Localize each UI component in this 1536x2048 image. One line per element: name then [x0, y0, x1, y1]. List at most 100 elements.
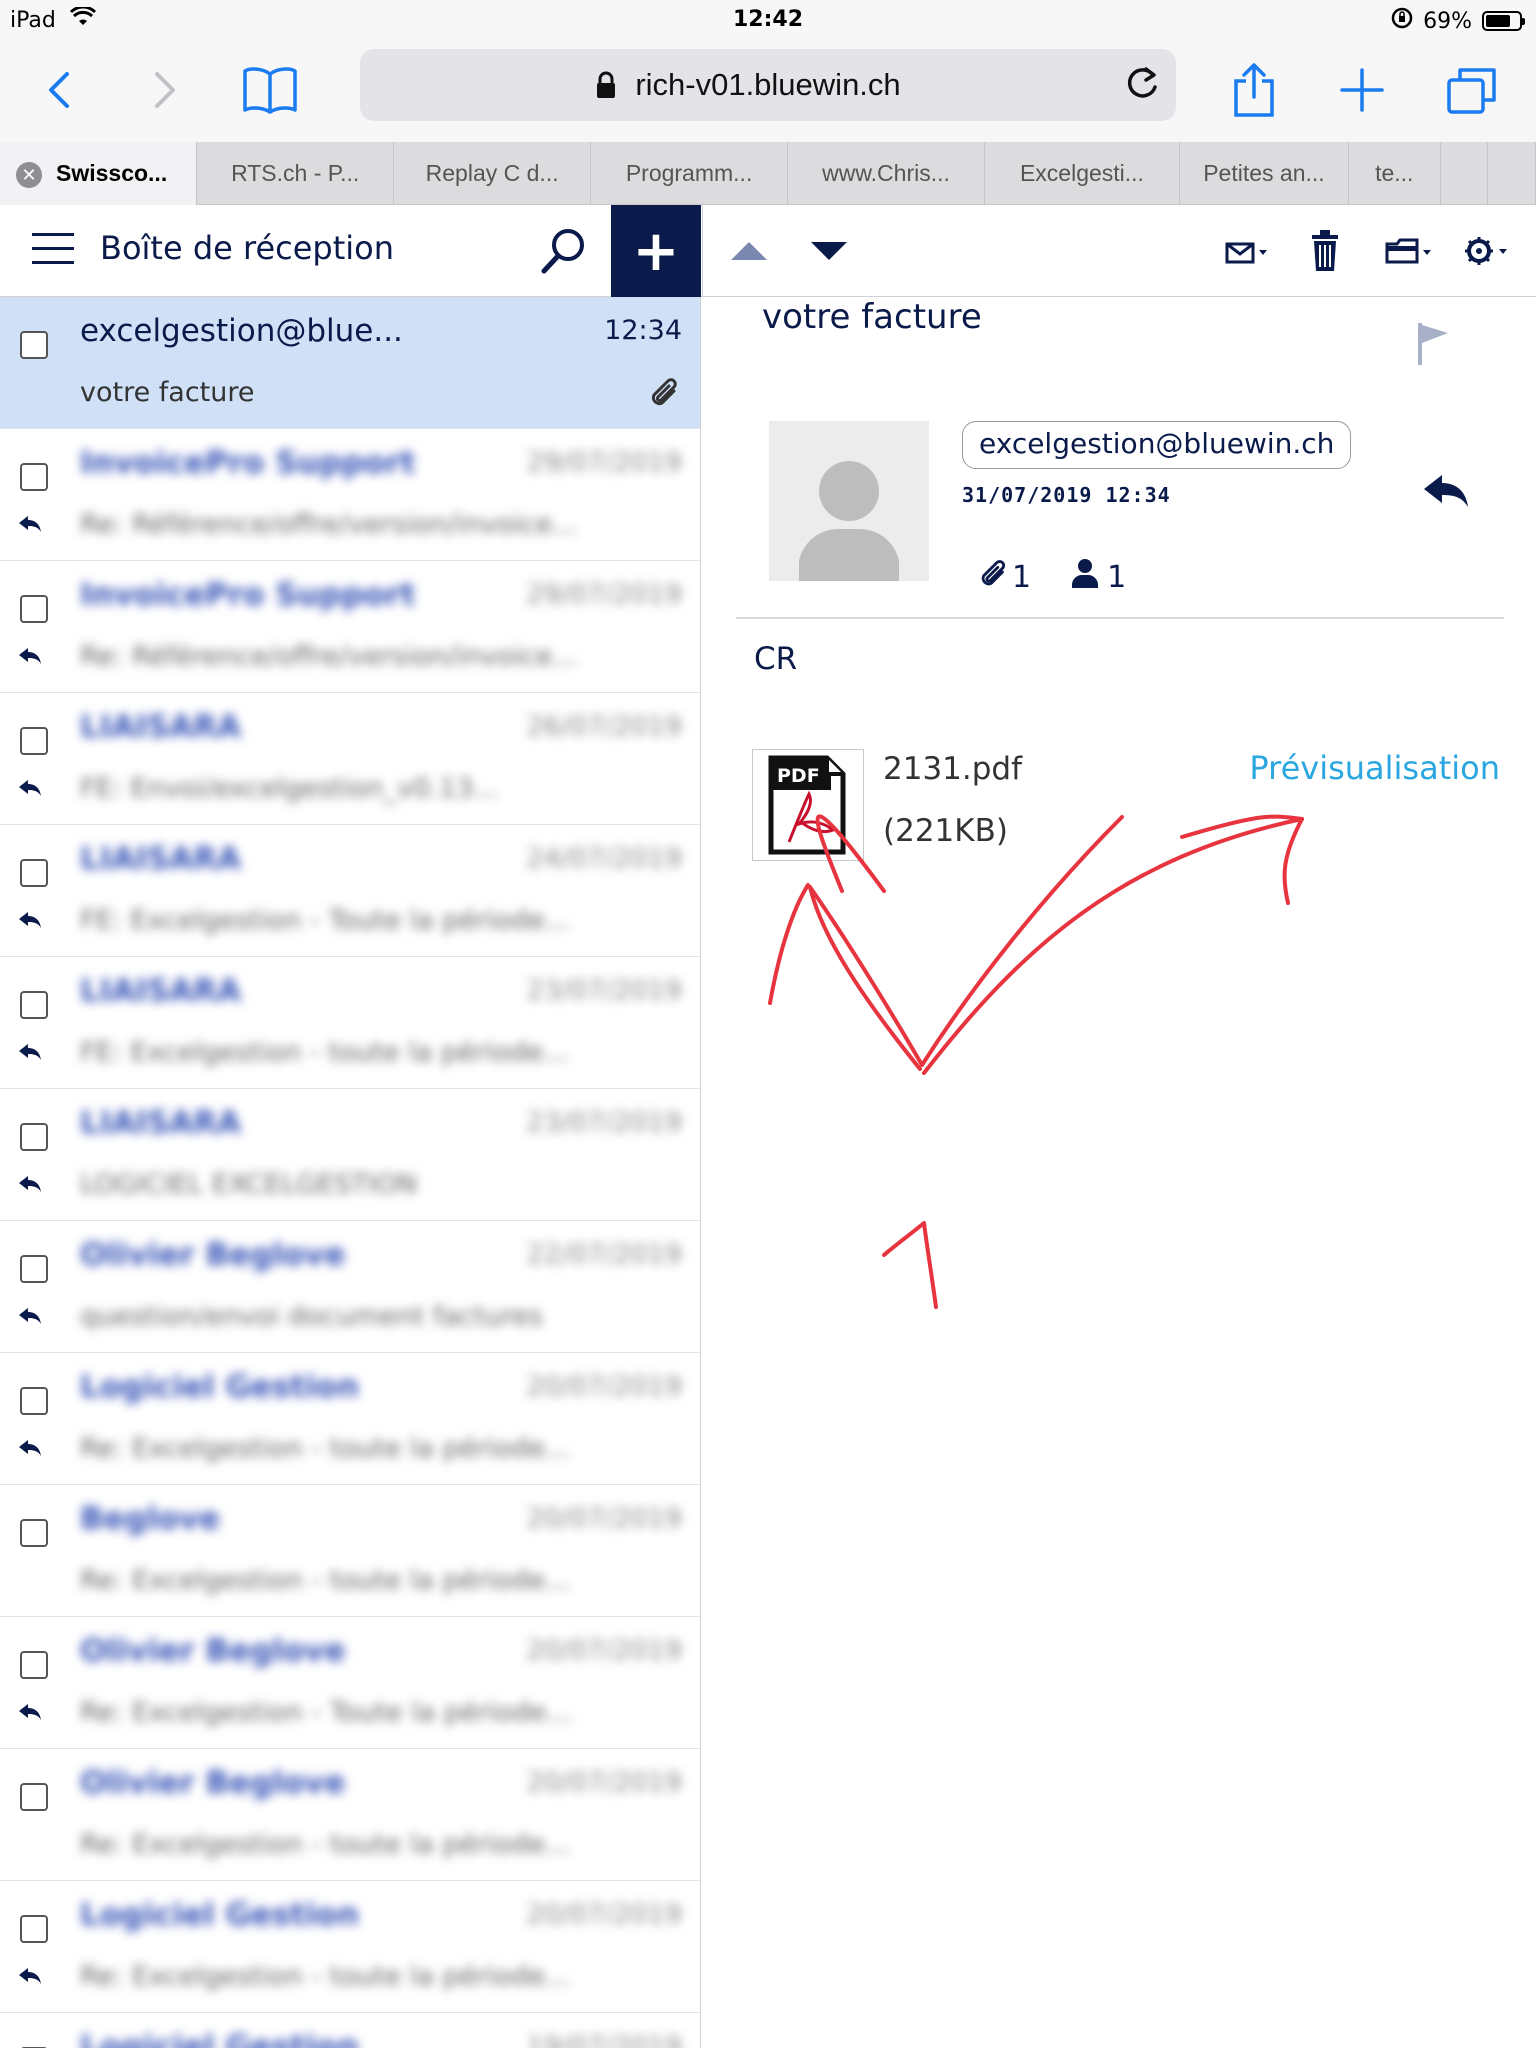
hand-drawn-arrows [768, 814, 1304, 1309]
clock: 12:42 [732, 7, 804, 32]
move-folder-icon[interactable] [1383, 225, 1433, 277]
share-icon[interactable] [1222, 58, 1286, 122]
sender: LIAISARA [80, 973, 241, 1009]
select-checkbox[interactable] [20, 1651, 48, 1679]
select-checkbox[interactable] [20, 1783, 48, 1811]
previous-message-icon[interactable] [727, 225, 771, 277]
list-item[interactable]: Olivier Beglove 20/07/2019 Re: Excelgestio… [0, 1617, 700, 1749]
select-checkbox[interactable] [20, 595, 48, 623]
list-item[interactable]: LIAISARA 24/07/2019 FE: Excelgestion - Tou… [0, 825, 700, 957]
settings-gear-icon[interactable] [1463, 225, 1511, 277]
list-item[interactable]: LIAISARA 26/07/2019 FE: Envoi/excelgestion… [0, 693, 700, 825]
sender: InvoicePro Support [80, 577, 416, 613]
list-item[interactable]: Logiciel Gestion19/07/2019Re: Excelgesti… [0, 2013, 700, 2048]
menu-icon[interactable] [32, 233, 74, 269]
replied-icon [18, 1703, 42, 1725]
list-item[interactable]: Logiciel Gestion 20/07/2019 Re: Excelgesti… [0, 1881, 700, 2013]
subject: question/envoi document factures [80, 1301, 543, 1332]
tab-programme[interactable]: Programm... [591, 142, 789, 205]
mark-unread-icon[interactable] [1223, 225, 1269, 277]
tab-rts[interactable]: RTS.ch - P... [197, 142, 395, 205]
subject: Re: Référence/offre/version/invoice... [80, 509, 579, 540]
url-text: rich-v01.bluewin.ch [635, 67, 901, 102]
list-header: Boîte de réception + [0, 205, 701, 297]
received-date: 22/07/2019 [526, 1239, 682, 1270]
select-checkbox[interactable] [20, 991, 48, 1019]
compose-button[interactable]: + [611, 205, 701, 297]
close-tab-icon[interactable]: ✕ [16, 162, 42, 188]
tab-swisscom[interactable]: ✕ Swissco... [0, 142, 198, 205]
list-item[interactable]: Olivier Beglove 22/07/2019 question/envoi … [0, 1221, 700, 1353]
select-checkbox[interactable] [20, 727, 48, 755]
tab-chris[interactable]: www.Chris... [788, 142, 985, 205]
attachment-icon [648, 373, 682, 415]
back-icon[interactable] [28, 58, 92, 122]
sender: LIAISARA [80, 1105, 241, 1141]
replied-icon [18, 911, 42, 933]
replied-icon [18, 515, 42, 537]
select-checkbox[interactable] [20, 1123, 48, 1151]
select-checkbox[interactable] [20, 463, 48, 491]
received-date: 26/07/2019 [526, 711, 682, 742]
received-date: 29/07/2019 [526, 579, 682, 610]
sender: Logiciel Gestion [80, 1897, 360, 1933]
message-list: excelgestion@blue... 12:34 votre facture… [0, 297, 701, 2048]
list-item-selected[interactable]: excelgestion@blue... 12:34 votre facture [0, 297, 700, 429]
tab-overflow[interactable]: te... [1349, 142, 1441, 205]
select-checkbox[interactable] [20, 331, 48, 359]
received-date: 23/07/2019 [526, 975, 682, 1006]
sender: Logiciel Gestion [80, 1369, 360, 1405]
subject: Re: Référence/offre/version/invoice... [80, 641, 579, 672]
subject: FE: Excelgestion - Toute la période... [80, 905, 571, 936]
mail-header: Boîte de réception + [0, 205, 1536, 297]
next-message-icon[interactable] [807, 225, 851, 277]
tab-label: www.Chris... [822, 160, 950, 186]
list-item[interactable]: LIAISARA 23/07/2019 FE: Excelgestion - tou… [0, 957, 700, 1089]
subject: Re: Excelgestion - toute la période... [80, 1565, 571, 1596]
sender: Olivier Beglove [80, 1237, 346, 1273]
select-checkbox[interactable] [20, 1387, 48, 1415]
list-item[interactable]: Olivier Beglove 20/07/2019 Re: Excelgestio… [0, 1749, 700, 1881]
orientation-lock-icon [1391, 7, 1413, 35]
browser-toolbar: rich-v01.bluewin.ch [0, 40, 1536, 142]
sender: Olivier Beglove [80, 1765, 346, 1801]
tab-label: Petites an... [1203, 160, 1325, 186]
reading-pane: votre facture excelgestion@bluewin.ch 31… [702, 297, 1536, 2048]
tab-replay[interactable]: Replay C d... [394, 142, 592, 205]
sender: Beglove [80, 1501, 220, 1537]
replied-icon [18, 1043, 42, 1065]
tab-label: RTS.ch - P... [231, 160, 360, 186]
bookmarks-icon[interactable] [238, 58, 302, 122]
select-checkbox[interactable] [20, 859, 48, 887]
received-date: 20/07/2019 [526, 1635, 682, 1666]
replied-icon [18, 1175, 42, 1197]
tabs-overview-icon[interactable] [1440, 58, 1504, 122]
status-bar: iPad 12:42 69% [0, 0, 1536, 40]
list-item[interactable]: LIAISARA 23/07/2019 LOGICIEL EXCELGESTION [0, 1089, 700, 1221]
sender: InvoicePro Support [80, 445, 416, 481]
select-checkbox[interactable] [20, 1519, 48, 1547]
new-tab-icon[interactable] [1330, 58, 1394, 122]
tab-excelgestion[interactable]: Excelgesti... [985, 142, 1180, 205]
list-item[interactable]: InvoicePro Support 29/07/2019 Re: Référenc… [0, 561, 700, 693]
forward-icon[interactable] [132, 58, 196, 122]
tab-stack[interactable] [1441, 142, 1489, 205]
tab-label: Excelgesti... [1019, 160, 1144, 186]
received-date: 20/07/2019 [526, 1503, 682, 1534]
list-item[interactable]: Logiciel Gestion 20/07/2019 Re: Excelgesti… [0, 1353, 700, 1485]
trash-icon[interactable] [1309, 225, 1341, 277]
tab-strip: ✕ Swissco... RTS.ch - P... Replay C d...… [0, 142, 1536, 205]
list-item[interactable]: InvoicePro Support 29/07/2019 Re: Référenc… [0, 429, 700, 561]
replied-icon [18, 1307, 42, 1329]
reload-icon[interactable] [1122, 63, 1162, 107]
tab-petites-annonces[interactable]: Petites an... [1180, 142, 1349, 205]
address-bar[interactable]: rich-v01.bluewin.ch [360, 49, 1176, 121]
tab-label: Replay C d... [425, 160, 559, 186]
tab-stack[interactable] [1488, 142, 1536, 205]
search-icon[interactable] [538, 225, 590, 277]
list-item[interactable]: Beglove 20/07/2019 Re: Excelgestion - tout… [0, 1485, 700, 1617]
folder-title: Boîte de réception [100, 229, 395, 267]
battery-icon [1482, 11, 1525, 31]
select-checkbox[interactable] [20, 1915, 48, 1943]
select-checkbox[interactable] [20, 1255, 48, 1283]
